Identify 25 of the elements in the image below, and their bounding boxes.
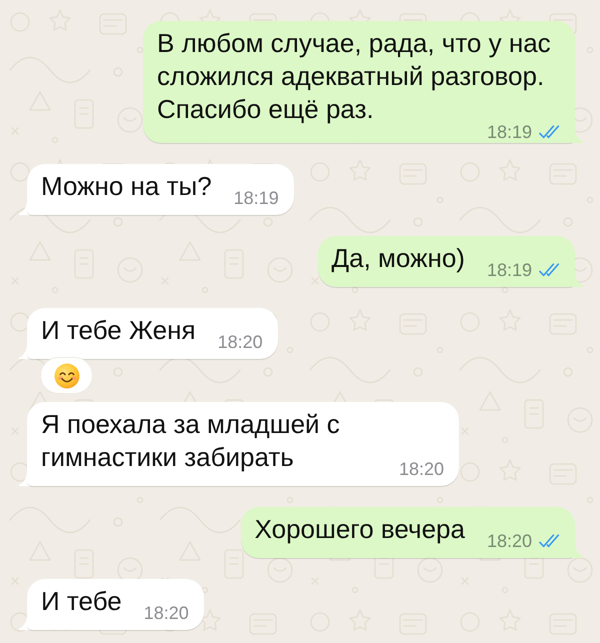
message-bubble[interactable]: Хорошего вечера 18:20 <box>240 507 575 558</box>
message-time: 18:19 <box>486 124 532 138</box>
message-bubble[interactable]: Да, можно) 18:19 <box>318 236 575 287</box>
bubble-tail <box>572 542 584 558</box>
message-text: Да, можно) <box>332 243 465 273</box>
message-time: 18:20 <box>486 534 532 548</box>
bubble-tail <box>572 271 584 287</box>
bubble-tail <box>572 127 584 143</box>
message-bubble[interactable]: Я поехала за младшей с гимнастики забирать 18:20 <box>27 402 459 486</box>
message-time: 18:20 <box>144 606 189 620</box>
message-bubble[interactable]: В любом случае, рада, что у нас сложился адекватный разговор. Спасибо ещё раз. 18:19 <box>143 21 575 143</box>
message-time: 18:19 <box>486 262 532 276</box>
message-text: Можно на ты? <box>41 171 212 201</box>
message-time: 18:20 <box>398 462 444 476</box>
message-time: 18:19 <box>234 190 279 204</box>
message-text: В любом случае, рада, что у нас сложился адекватный разговор. Спасибо ещё раз. <box>157 28 551 124</box>
smiling-face-icon <box>54 362 80 388</box>
message-text: Я поехала за младшей с гимнастики забирать <box>41 409 340 472</box>
message-bubble[interactable]: И тебе Женя 18:20 <box>27 308 278 359</box>
message-text: И тебе Женя <box>41 315 196 345</box>
message-bubble[interactable]: Можно на ты? 18:19 <box>27 164 294 215</box>
message-time: 18:20 <box>218 334 263 348</box>
message-text: Хорошего вечера <box>254 514 465 544</box>
message-text: И тебе <box>41 586 122 616</box>
message-bubble[interactable]: И тебе 18:20 <box>27 579 204 630</box>
